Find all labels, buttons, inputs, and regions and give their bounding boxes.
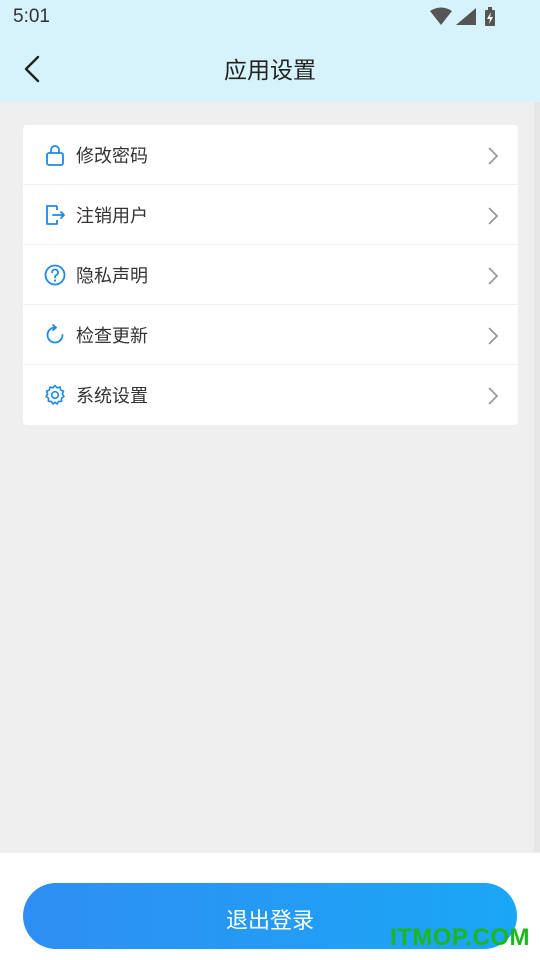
refresh-icon bbox=[46, 324, 64, 344]
scrollbar[interactable] bbox=[534, 102, 540, 852]
menu-item-privacy-statement[interactable]: 隐私声明 bbox=[23, 245, 518, 305]
watermark: ITMOP.COM bbox=[389, 924, 530, 951]
menu-item-change-password[interactable]: 修改密码 bbox=[23, 125, 518, 185]
chevron-right-icon bbox=[488, 267, 499, 285]
logout-icon bbox=[46, 205, 65, 225]
menu-item-deregister-user[interactable]: 注销用户 bbox=[23, 185, 518, 245]
chevron-right-icon bbox=[488, 207, 499, 225]
chevron-right-icon bbox=[488, 147, 499, 165]
settings-menu: 修改密码 注销用户 隐私声明 检查更新 系统设置 bbox=[23, 125, 518, 425]
lock-icon bbox=[46, 145, 64, 166]
battery-charging-icon bbox=[485, 7, 495, 26]
header: 应用设置 bbox=[0, 36, 540, 102]
menu-item-check-update[interactable]: 检查更新 bbox=[23, 305, 518, 365]
question-circle-icon bbox=[44, 264, 66, 286]
status-icons bbox=[430, 7, 500, 27]
menu-item-label: 系统设置 bbox=[76, 386, 148, 407]
page-title: 应用设置 bbox=[224, 58, 316, 84]
wifi-icon bbox=[430, 7, 452, 25]
status-bar: 5:01 bbox=[0, 0, 540, 36]
chevron-right-icon bbox=[488, 327, 499, 345]
menu-item-label: 注销用户 bbox=[76, 206, 148, 227]
menu-item-system-settings[interactable]: 系统设置 bbox=[23, 365, 518, 425]
gear-icon bbox=[45, 384, 65, 405]
signal-icon bbox=[456, 8, 476, 25]
menu-item-label: 检查更新 bbox=[76, 326, 148, 347]
menu-item-label: 修改密码 bbox=[76, 146, 148, 167]
status-time: 5:01 bbox=[13, 6, 50, 27]
menu-item-label: 隐私声明 bbox=[76, 266, 148, 287]
chevron-right-icon bbox=[488, 387, 499, 405]
